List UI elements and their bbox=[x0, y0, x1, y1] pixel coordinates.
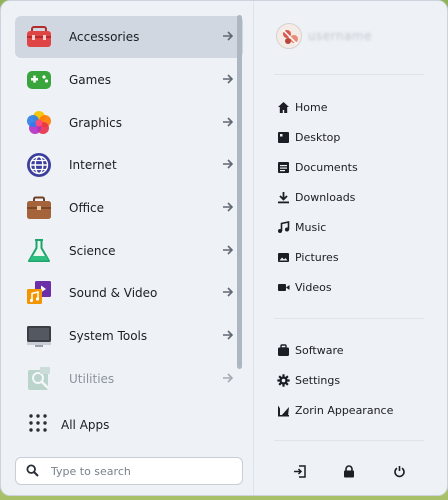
separator bbox=[274, 318, 424, 319]
category-games[interactable]: Games bbox=[15, 59, 243, 101]
utilities-icon bbox=[26, 366, 52, 392]
place-pictures[interactable]: Pictures bbox=[276, 247, 339, 267]
all-apps-label: All Apps bbox=[61, 418, 110, 432]
arrow-right-icon bbox=[223, 287, 234, 297]
place-documents[interactable]: Documents bbox=[276, 157, 358, 177]
bag-icon bbox=[276, 343, 290, 357]
separator bbox=[274, 74, 424, 75]
place-label: Downloads bbox=[295, 190, 356, 204]
media-icon bbox=[26, 280, 52, 306]
all-apps-button[interactable]: All Apps bbox=[15, 405, 243, 445]
search-input[interactable] bbox=[49, 463, 223, 479]
lock-icon bbox=[343, 463, 355, 482]
place-label: Documents bbox=[295, 160, 358, 174]
arrow-right-icon bbox=[223, 74, 234, 84]
place-home[interactable]: Home bbox=[276, 97, 327, 117]
system-label: Software bbox=[295, 343, 344, 357]
app-menu: Accessories Games Graphics Internet Offi… bbox=[0, 0, 448, 496]
places-panel: username Home Desktop Documents Download… bbox=[254, 1, 447, 495]
system-label: Zorin Appearance bbox=[295, 403, 394, 417]
arrow-right-icon bbox=[223, 117, 234, 127]
arrow-right-icon bbox=[223, 245, 234, 255]
system-settings[interactable]: Settings bbox=[276, 370, 340, 390]
system-zorin-appearance[interactable]: Zorin Appearance bbox=[276, 400, 393, 420]
category-label: Graphics bbox=[69, 116, 122, 130]
videos-icon bbox=[276, 280, 290, 294]
home-icon bbox=[276, 100, 290, 114]
category-label: Utilities bbox=[69, 372, 115, 386]
pictures-icon bbox=[276, 250, 290, 264]
user-name: username bbox=[308, 29, 372, 43]
category-label: Games bbox=[69, 73, 111, 87]
separator bbox=[274, 440, 424, 441]
documents-icon bbox=[276, 160, 290, 174]
search-box[interactable] bbox=[15, 457, 243, 485]
monitor-icon bbox=[26, 323, 52, 349]
place-music[interactable]: Music bbox=[276, 217, 326, 237]
category-label: System Tools bbox=[69, 329, 148, 343]
place-label: Music bbox=[295, 220, 327, 234]
place-label: Home bbox=[295, 100, 328, 114]
place-label: Videos bbox=[295, 280, 332, 294]
color-petals-icon bbox=[26, 110, 52, 136]
briefcase-icon bbox=[26, 195, 52, 221]
system-label: Settings bbox=[295, 373, 341, 387]
place-desktop[interactable]: Desktop bbox=[276, 127, 340, 147]
appearance-icon bbox=[276, 403, 290, 417]
category-panel: Accessories Games Graphics Internet Offi… bbox=[1, 1, 253, 495]
category-science[interactable]: Science bbox=[15, 230, 243, 272]
music-icon bbox=[276, 220, 290, 234]
place-label: Pictures bbox=[295, 250, 339, 264]
category-sound-video[interactable]: Sound & Video bbox=[15, 272, 243, 314]
search-icon bbox=[26, 462, 39, 481]
gear-icon bbox=[276, 373, 290, 387]
category-label: Accessories bbox=[69, 30, 140, 44]
arrow-right-icon bbox=[223, 31, 234, 41]
category-internet[interactable]: Internet bbox=[15, 144, 243, 186]
download-icon bbox=[276, 190, 290, 204]
avatar bbox=[276, 23, 302, 49]
globe-icon bbox=[26, 152, 52, 178]
system-software[interactable]: Software bbox=[276, 340, 344, 360]
place-label: Desktop bbox=[295, 130, 341, 144]
power-icon bbox=[393, 463, 406, 482]
user-button[interactable]: username bbox=[276, 23, 372, 49]
flask-icon bbox=[26, 238, 52, 264]
category-graphics[interactable]: Graphics bbox=[15, 102, 243, 144]
logout-button[interactable] bbox=[290, 463, 308, 481]
arrow-right-icon bbox=[223, 159, 234, 169]
grid-dots-icon bbox=[29, 414, 47, 436]
category-office[interactable]: Office bbox=[15, 187, 243, 229]
arrow-right-icon bbox=[223, 202, 234, 212]
category-scrollbar[interactable] bbox=[237, 15, 242, 369]
category-label: Science bbox=[69, 244, 116, 258]
category-accessories[interactable]: Accessories bbox=[15, 16, 243, 58]
toolbox-icon bbox=[26, 24, 52, 50]
arrow-right-icon bbox=[223, 330, 234, 340]
arrow-right-icon bbox=[223, 373, 234, 383]
category-label: Office bbox=[69, 201, 105, 215]
place-videos[interactable]: Videos bbox=[276, 277, 332, 297]
category-label: Sound & Video bbox=[69, 286, 158, 300]
power-button[interactable] bbox=[390, 463, 408, 481]
category-system-tools[interactable]: System Tools bbox=[15, 315, 243, 357]
lock-button[interactable] bbox=[340, 463, 358, 481]
category-label: Internet bbox=[69, 158, 117, 172]
place-downloads[interactable]: Downloads bbox=[276, 187, 355, 207]
desktop-icon bbox=[276, 130, 290, 144]
gamepad-icon bbox=[26, 67, 52, 93]
logout-icon bbox=[293, 463, 306, 482]
category-utilities[interactable]: Utilities bbox=[15, 358, 243, 400]
